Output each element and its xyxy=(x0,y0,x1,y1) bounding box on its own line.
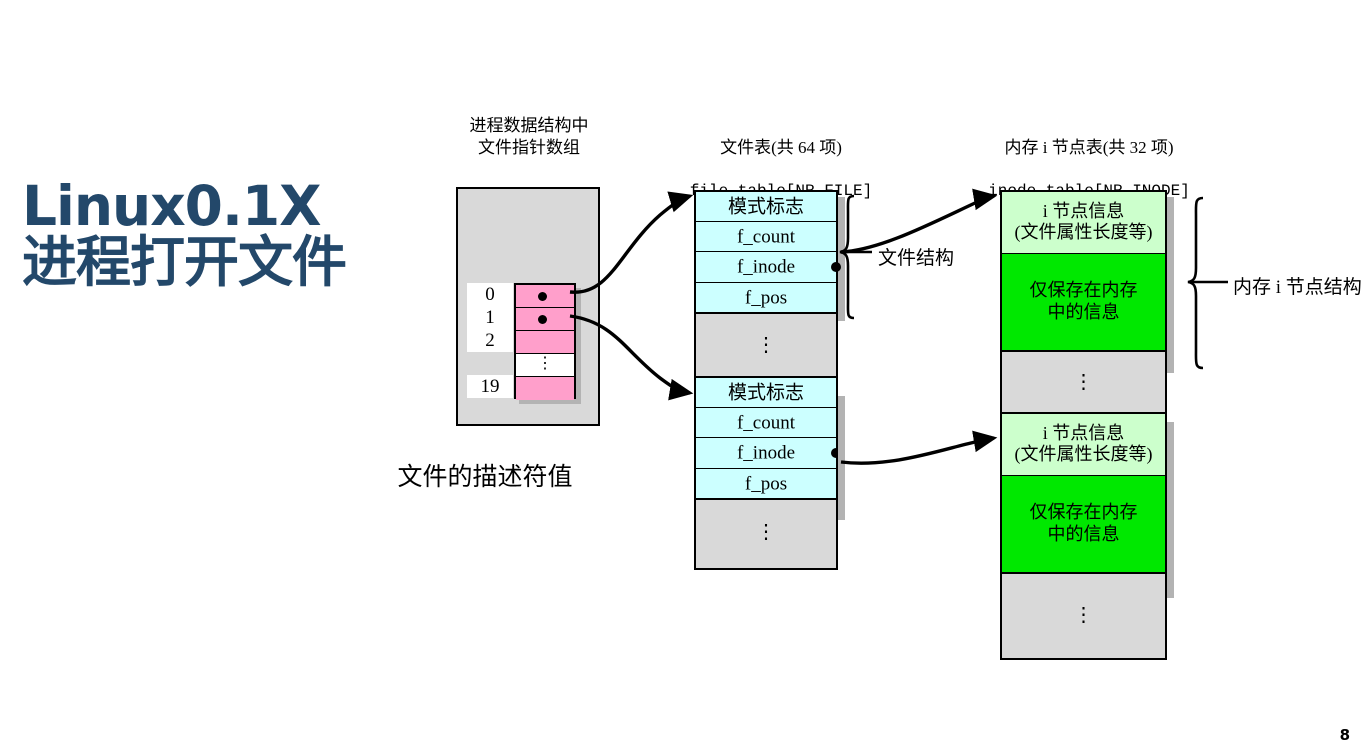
heading-process-array: 进程数据结构中 文件指针数组 xyxy=(469,116,589,158)
file-block-2-shadow xyxy=(838,396,845,520)
file-row-label: f_count xyxy=(736,225,796,247)
file-gap-dots: ⋮ xyxy=(756,334,776,356)
fd-cell-1[interactable] xyxy=(516,308,574,331)
inode-row-info-1[interactable]: i 节点信息 (文件属性长度等) xyxy=(1002,192,1165,254)
file-row-mode-flag-1[interactable]: 模式标志 xyxy=(696,192,836,222)
file-row-label: 模式标志 xyxy=(727,195,804,217)
file-table-column: 模式标志 f_count f_inode f_pos ⋮ 模式标志 f_coun… xyxy=(694,190,841,570)
file-row-f-pos-2[interactable]: f_pos xyxy=(696,469,836,500)
file-row-f-inode-2[interactable]: f_inode xyxy=(696,438,841,469)
fd-cell-ellipsis: ⋮ xyxy=(516,354,574,377)
file-row-f-pos-1[interactable]: f_pos xyxy=(696,283,836,314)
file-gap-2: ⋮ xyxy=(696,500,836,564)
inode-row-memory-only-1[interactable]: 仅保存在内存 中的信息 xyxy=(1002,254,1165,352)
inode-gap-1: ⋮ xyxy=(1002,352,1165,414)
arrow-finode2-to-inode-2 xyxy=(840,430,998,465)
inode-block-2-shadow xyxy=(1167,422,1174,598)
page-title: Linux0.1X 进程打开文件 xyxy=(22,174,347,295)
label-file-structure: 文件结构 xyxy=(878,248,955,269)
fd-index-gap xyxy=(467,352,513,375)
fd-cell-0[interactable] xyxy=(516,285,574,308)
caption-file-descriptor: 文件的描述符值 xyxy=(397,462,573,491)
heading-inode-table-cn: 内存 i 节点表(共 32 项) xyxy=(1004,138,1174,158)
label-inode-structure: 内存 i 节点结构 xyxy=(1233,277,1362,298)
inode-gap-dots: ⋮ xyxy=(1073,604,1094,626)
fd-vertical-dots: ⋮ xyxy=(537,355,553,372)
fd-cell-19[interactable] xyxy=(516,377,574,400)
file-row-label: f_pos xyxy=(744,286,788,308)
fd-index-2: 2 xyxy=(467,329,513,352)
fd-index-0: 0 xyxy=(467,283,513,306)
inode-row-label: i 节点信息 (文件属性长度等) xyxy=(1014,200,1153,243)
file-gap-1: ⋮ xyxy=(696,314,836,378)
slide-canvas: Linux0.1X 进程打开文件 进程数据结构中 文件指针数组 文件表(共 64… xyxy=(0,0,1368,754)
inode-row-info-2[interactable]: i 节点信息 (文件属性长度等) xyxy=(1002,414,1165,476)
fd-pointer-dot-1 xyxy=(538,315,547,324)
fd-pointer-dot-0 xyxy=(538,292,547,301)
fd-cell-2[interactable] xyxy=(516,331,574,354)
fd-index-1: 1 xyxy=(467,306,513,329)
inode-row-memory-only-2[interactable]: 仅保存在内存 中的信息 xyxy=(1002,476,1165,574)
file-row-f-count-1[interactable]: f_count xyxy=(696,222,836,252)
inode-row-label: i 节点信息 (文件属性长度等) xyxy=(1014,422,1153,465)
file-row-f-inode-1[interactable]: f_inode xyxy=(696,252,841,283)
heading-file-table-cn: 文件表(共 64 项) xyxy=(720,138,842,158)
fd-pointer-array: ⋮ xyxy=(514,283,576,400)
fd-index-19: 19 xyxy=(467,375,513,398)
file-inode-pointer-dot-1 xyxy=(831,262,841,272)
file-row-label: 模式标志 xyxy=(727,381,804,403)
inode-row-label: 仅保存在内存 中的信息 xyxy=(1029,280,1138,322)
file-row-f-count-2[interactable]: f_count xyxy=(696,408,836,438)
file-row-label: f_inode xyxy=(736,256,796,278)
inode-gap-dots: ⋮ xyxy=(1073,371,1094,393)
file-row-label: f_count xyxy=(736,411,796,433)
inode-row-label: 仅保存在内存 中的信息 xyxy=(1029,502,1138,544)
inode-gap-2: ⋮ xyxy=(1002,574,1165,656)
file-row-mode-flag-2[interactable]: 模式标志 xyxy=(696,378,836,408)
inode-table-column: i 节点信息 (文件属性长度等) 仅保存在内存 中的信息 ⋮ i 节点信息 (文… xyxy=(1000,190,1167,660)
file-gap-dots: ⋮ xyxy=(756,521,776,543)
file-row-label: f_pos xyxy=(744,472,788,494)
file-row-label: f_inode xyxy=(736,442,796,464)
page-number: 8 xyxy=(1339,726,1350,744)
